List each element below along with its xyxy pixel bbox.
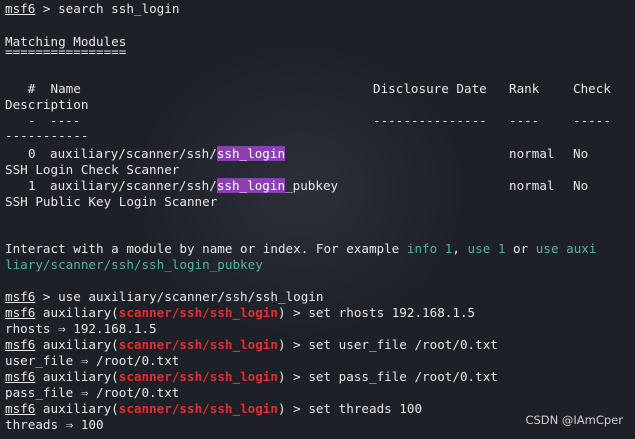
result-1-description: SSH Public Key Login Scanner [5,194,218,209]
prompt: msf6 [5,305,36,320]
dash-name: ---- [50,113,81,128]
search-command-line: msf6 > search ssh_login [5,1,179,17]
result-1-index: 1 [28,178,36,193]
threads-output: threads ⇒ 100 [5,417,104,432]
result-0-index: 0 [28,146,36,161]
interact-hint-wrap: liary/scanner/ssh/ssh_login_pubkey [5,257,263,272]
prompt: msf6 [5,337,36,352]
matching-modules-underline: ================ [5,50,127,59]
header-description: Description [5,97,89,112]
dash-disclosure: --------------- [373,113,487,128]
result-1-name[interactable]: auxiliary/scanner/ssh/ssh_login_pubkey [50,178,338,194]
command-text: > search ssh_login [35,1,180,16]
header-name: Name [50,81,81,96]
matching-modules-title: Matching Modules [5,34,127,49]
header-check: Check [573,81,611,96]
prompt: msf6 [5,289,36,304]
module-name: scanner/ssh/ssh_login [118,337,278,352]
prompt: msf6 [5,401,36,416]
header-disclosure: Disclosure Date [373,81,487,96]
set-rhosts-line: msf6 auxiliary(scanner/ssh/ssh_login) > … [5,305,476,320]
user-file-output: user_file ⇒ /root/0.txt [5,353,180,368]
result-0-check: No [573,146,589,161]
watermark: CSDN @IAmCper [525,413,623,427]
result-1-check: No [573,178,589,193]
set-threads-line: msf6 auxiliary(scanner/ssh/ssh_login) > … [5,401,423,416]
set-user-file-line: msf6 auxiliary(scanner/ssh/ssh_login) > … [5,337,498,352]
search-match-highlight: ssh_login [216,178,286,193]
info-command-hint: info 1 [406,241,453,256]
module-name: scanner/ssh/ssh_login [118,401,278,416]
rhosts-output: rhosts ⇒ 192.168.1.5 [5,321,157,336]
prompt: msf6 [5,369,36,384]
module-name: scanner/ssh/ssh_login [118,305,278,320]
header-rank: Rank [509,81,540,96]
result-0-rank: normal [509,146,555,161]
use-command-hint: use 1 [467,241,506,256]
prompt: msf6 [5,1,36,16]
result-0-description: SSH Login Check Scanner [5,162,180,177]
search-match-highlight: ssh_login [216,146,286,161]
set-pass-file-line: msf6 auxiliary(scanner/ssh/ssh_login) > … [5,369,498,384]
use-module-hint: use auxi [535,241,597,256]
table-header: # Name [5,81,81,96]
dash-num: - [28,113,36,128]
dash-description: ----------- [5,128,89,143]
module-name: scanner/ssh/ssh_login [118,369,278,384]
result-0-name[interactable]: auxiliary/scanner/ssh/ssh_login [50,146,286,162]
interact-hint-line: Interact with a module by name or index.… [5,241,597,256]
dash-rank: ---- [509,113,540,128]
pass-file-output: pass_file ⇒ /root/0.txt [5,385,180,400]
use-command-line: msf6 > use auxiliary/scanner/ssh/ssh_log… [5,289,324,304]
dash-check: ----- [573,113,611,128]
result-1-rank: normal [509,178,555,193]
